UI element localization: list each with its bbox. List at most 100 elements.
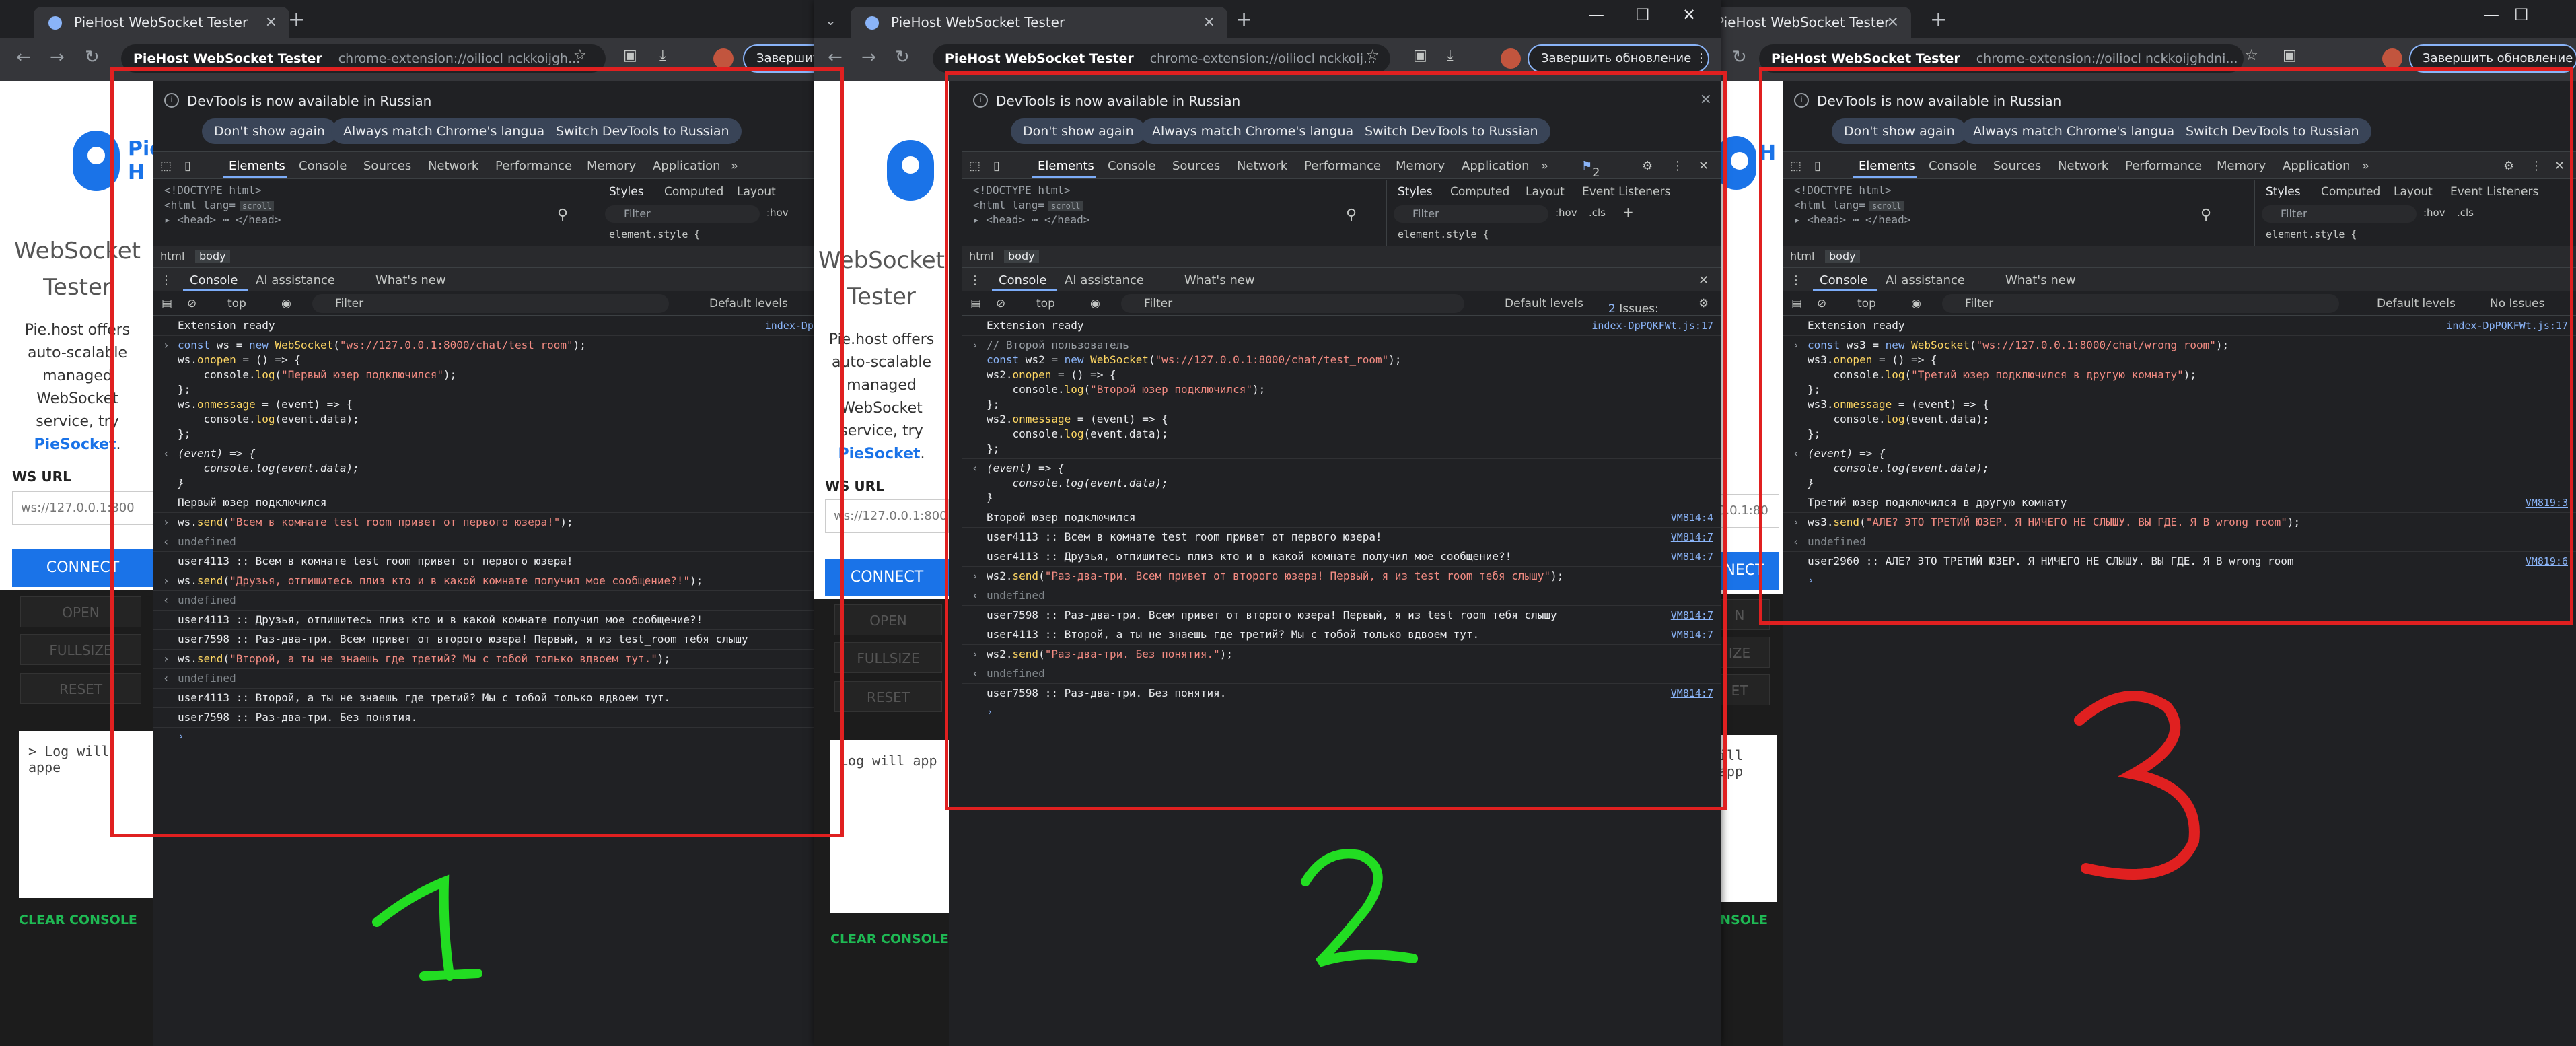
tab-application[interactable]: Application (653, 159, 721, 173)
ws-url-input[interactable]: ws://127.0.0.1:800 (12, 491, 153, 525)
drawer-tab-ai[interactable]: AI assistance (256, 273, 335, 287)
drawer-tab-whatsnew[interactable]: What's new (375, 273, 446, 287)
more-options-icon[interactable]: ⋮ (1672, 159, 1684, 173)
forward-icon[interactable]: → (50, 47, 65, 67)
issues-badge[interactable]: ⚑ 2 (1581, 159, 1600, 180)
clear-console-icon[interactable]: ⊘ (996, 297, 1005, 310)
new-tab-icon[interactable]: + (1236, 7, 1252, 34)
open-button[interactable]: OPEN (20, 596, 141, 627)
dont-show-again-button[interactable]: Don't show again (1011, 118, 1146, 144)
address-bar[interactable]: PieHost WebSocket Tester chrome-extension… (1759, 44, 2244, 73)
inspect-icon[interactable]: ⬚ (1790, 159, 1801, 173)
styles-filter[interactable]: Filter (2262, 205, 2417, 223)
piesocket-link[interactable]: PieSocket (838, 446, 920, 462)
tab-memory[interactable]: Memory (2217, 159, 2266, 173)
tab-layout[interactable]: Layout (2394, 185, 2433, 199)
html-node[interactable]: <html lang= scroll (973, 199, 1083, 211)
tab-elements[interactable]: Elements (1859, 159, 1915, 173)
reload-icon[interactable]: ↻ (1732, 47, 1747, 67)
match-language-button[interactable]: Always match Chrome's language (1140, 118, 1382, 144)
tab-console[interactable]: Console (1929, 159, 1976, 173)
node-picker-icon[interactable]: ⚲ (1346, 207, 1357, 223)
browser-tab[interactable]: PieHost WebSocket Tester × (34, 7, 289, 38)
switch-to-russian-button[interactable]: Switch DevTools to Russian (2174, 118, 2371, 144)
device-icon[interactable]: ▯ (1814, 159, 1821, 173)
settings-gear-icon[interactable]: ⚙ (2503, 159, 2514, 173)
downloads-icon[interactable]: ⤓ (1447, 47, 1454, 64)
head-node[interactable]: ▸ <head> ⋯ </head> (973, 213, 1089, 226)
back-icon[interactable]: ← (828, 47, 843, 67)
cls-toggle[interactable]: .cls (2457, 207, 2474, 219)
address-bar[interactable]: PieHost WebSocket Tester chrome-extension… (121, 44, 606, 73)
profile-avatar[interactable] (2382, 48, 2402, 69)
crumb-html[interactable]: html (160, 250, 184, 263)
tab-console[interactable]: Console (299, 159, 347, 173)
doctype-node[interactable]: <!DOCTYPE html> (1794, 184, 1892, 197)
source-link[interactable]: VM814:7 (1671, 608, 1713, 623)
more-tabs-icon[interactable]: » (1541, 159, 1548, 173)
tab-memory[interactable]: Memory (587, 159, 636, 173)
tab-sources[interactable]: Sources (1993, 159, 2041, 173)
console-filter[interactable]: Filter (312, 294, 669, 313)
log-levels-select[interactable]: Default levels (1505, 297, 1583, 310)
tab-sources[interactable]: Sources (363, 159, 411, 173)
drawer-tab-ai[interactable]: AI assistance (1886, 273, 1965, 287)
context-select[interactable]: top (227, 297, 246, 310)
head-node[interactable]: ▸ <head> ⋯ </head> (164, 213, 281, 226)
hov-toggle[interactable]: :hov (2423, 207, 2445, 219)
doctype-node[interactable]: <!DOCTYPE html> (973, 184, 1071, 197)
address-bar[interactable]: PieHost WebSocket Tester chrome-extension… (933, 44, 1390, 73)
add-rule-icon[interactable]: + (1622, 204, 1634, 220)
source-link[interactable]: index-DpP (765, 318, 820, 333)
minimize-icon[interactable]: — (1588, 5, 1604, 24)
clear-console-icon[interactable]: ⊘ (1817, 297, 1826, 310)
downloads-icon[interactable]: ⤓ (659, 47, 666, 64)
reset-button[interactable]: RESET (20, 673, 141, 704)
extension-icon[interactable]: ▣ (623, 47, 637, 64)
connect-button[interactable]: CONNECT (825, 559, 949, 596)
bookmark-star-icon[interactable]: ☆ (2245, 47, 2258, 64)
doctype-node[interactable]: <!DOCTYPE html> (164, 184, 262, 197)
tab-close-icon[interactable]: × (265, 7, 277, 38)
switch-to-russian-button[interactable]: Switch DevTools to Russian (544, 118, 742, 144)
source-link[interactable]: VM814:7 (1671, 530, 1713, 545)
extension-icon[interactable]: ▣ (2283, 47, 2297, 64)
tab-network[interactable]: Network (2058, 159, 2108, 173)
tab-computed[interactable]: Computed (664, 185, 723, 199)
html-node[interactable]: <html lang= scroll (164, 199, 275, 211)
sidebar-toggle-icon[interactable]: ▤ (162, 297, 172, 310)
log-levels-select[interactable]: Default levels (2377, 297, 2456, 310)
drawer-tab-console[interactable]: Console (999, 273, 1046, 287)
styles-filter[interactable]: Filter (1394, 205, 1548, 223)
close-devtools-icon[interactable]: ✕ (1698, 159, 1709, 173)
sidebar-toggle-icon[interactable]: ▤ (970, 297, 981, 310)
hov-toggle[interactable]: :hov (766, 207, 789, 219)
source-link[interactable]: index-DpPQKFWt.js:17 (2446, 318, 2568, 333)
eye-icon[interactable]: ◉ (1911, 297, 1921, 310)
sidebar-toggle-icon[interactable]: ▤ (1791, 297, 1802, 310)
source-link[interactable]: VM814:4 (1671, 510, 1713, 525)
node-picker-icon[interactable]: ⚲ (2201, 207, 2211, 223)
hov-toggle[interactable]: :hov (1555, 207, 1577, 219)
settings-gear-icon[interactable]: ⚙ (1642, 159, 1653, 173)
browser-tab[interactable]: PieHost WebSocket Tester × (1709, 7, 1911, 38)
crumb-body[interactable]: body (1004, 250, 1039, 263)
tab-styles[interactable]: Styles (1398, 185, 1433, 199)
reset-button[interactable]: RESET (834, 681, 942, 712)
tab-performance[interactable]: Performance (1304, 159, 1381, 173)
console-prompt[interactable]: › (1783, 571, 2576, 588)
reload-icon[interactable]: ↻ (895, 47, 910, 67)
piesocket-link[interactable]: PieSocket (34, 436, 116, 453)
connect-button[interactable]: CONNECT (12, 549, 153, 587)
clear-console-button[interactable]: CLEAR CONSOLE (19, 913, 137, 928)
issues-counter[interactable]: No Issues (2490, 297, 2544, 310)
tab-application[interactable]: Application (1462, 159, 1530, 173)
update-button[interactable]: Завершить обновление (2409, 44, 2576, 73)
drawer-tab-ai[interactable]: AI assistance (1065, 273, 1144, 287)
node-picker-icon[interactable]: ⚲ (557, 207, 568, 223)
tab-close-icon[interactable]: × (1887, 7, 1899, 38)
match-language-button[interactable]: Always match Chrome's language (1961, 118, 2203, 144)
bookmark-star-icon[interactable]: ☆ (1366, 47, 1380, 64)
clear-console-button[interactable]: CLEAR CONSOLE (830, 932, 949, 946)
tab-close-icon[interactable]: × (1203, 7, 1215, 38)
